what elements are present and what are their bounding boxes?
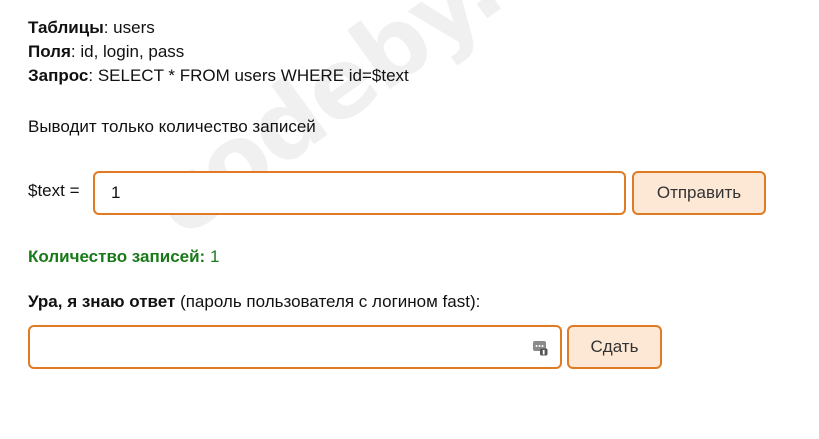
query-label: Запрос: [28, 66, 89, 85]
task-info: Таблицы: users Поля: id, login, pass Зап…: [28, 16, 409, 88]
send-button[interactable]: Отправить: [632, 171, 766, 215]
submit-answer-button[interactable]: Сдать: [567, 325, 662, 369]
tables-label: Таблицы: [28, 18, 104, 37]
fields-label: Поля: [28, 42, 71, 61]
answer-prompt-bold: Ура, я знаю ответ: [28, 292, 176, 311]
text-input[interactable]: 1: [93, 171, 626, 215]
text-form: $text = 1 Отправить: [28, 171, 788, 215]
answer-input[interactable]: [28, 325, 562, 369]
tables-line: Таблицы: users: [28, 16, 409, 40]
answer-prompt: Ура, я знаю ответ (пароль пользователя с…: [28, 290, 480, 314]
password-manager-icon[interactable]: [532, 340, 548, 356]
tables-value: : users: [103, 18, 155, 37]
text-variable-label: $text =: [28, 181, 80, 200]
query-value: : SELECT * FROM users WHERE id=$text: [88, 66, 409, 85]
answer-form: Сдать: [28, 325, 788, 369]
record-count-label: Количество записей:: [28, 247, 206, 266]
query-line: Запрос: SELECT * FROM users WHERE id=$te…: [28, 64, 409, 88]
fields-line: Поля: id, login, pass: [28, 40, 409, 64]
record-count: Количество записей: 1: [28, 245, 219, 269]
fields-value: : id, login, pass: [70, 42, 185, 61]
record-count-value: 1: [205, 247, 220, 266]
output-note: Выводит только количество записей: [28, 117, 316, 136]
answer-prompt-hint: (пароль пользователя с логином fast):: [175, 292, 481, 311]
